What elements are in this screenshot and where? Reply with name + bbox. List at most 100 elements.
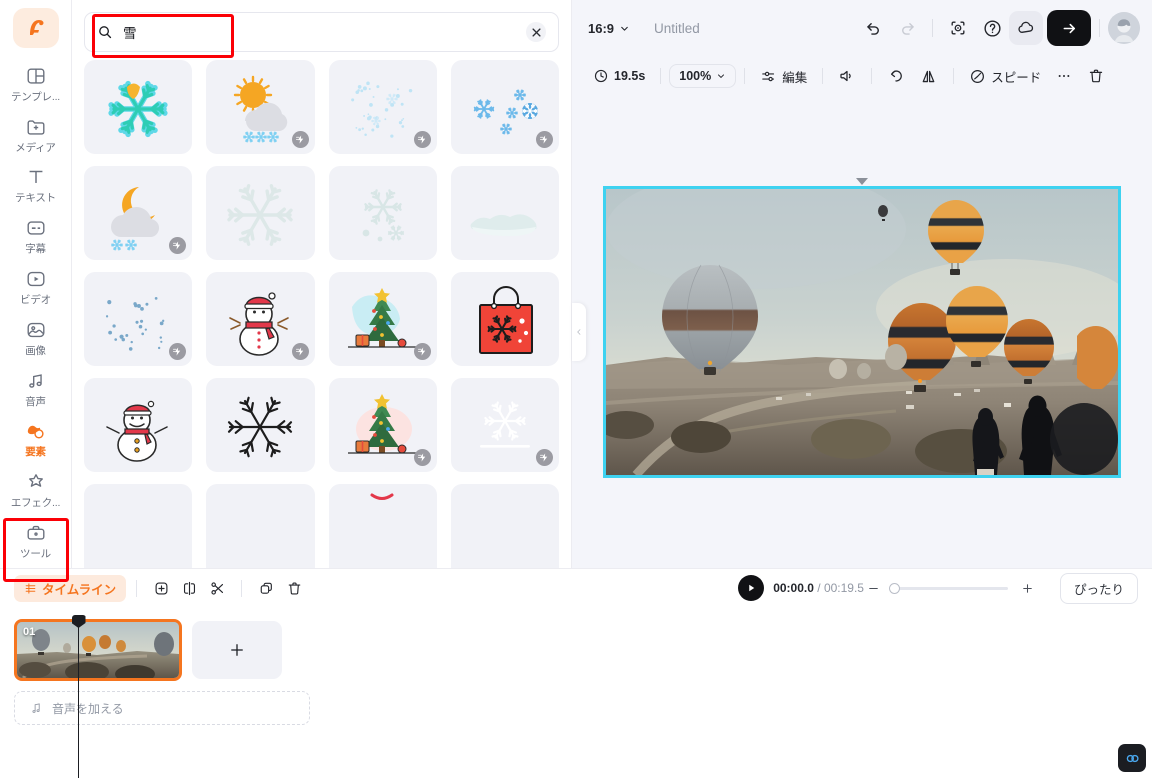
volume-button[interactable] (831, 62, 863, 90)
panel-collapse-handle[interactable] (572, 303, 586, 361)
timeline-tab[interactable]: タイムライン (14, 574, 127, 602)
snow-bank-sticker[interactable] (450, 166, 559, 260)
blank-art (458, 489, 552, 568)
sidebar-item-template[interactable]: テンプレ... (7, 60, 65, 107)
rotate-handle[interactable] (856, 178, 868, 185)
app-logo[interactable] (12, 8, 59, 48)
snow-bank-art (470, 214, 537, 237)
partial-tile-b[interactable] (206, 484, 315, 568)
add-clip-button[interactable] (192, 621, 282, 679)
copy-duplicate-icon (260, 582, 272, 594)
tools-briefcase-icon (24, 521, 48, 545)
animation-bolt-icon (173, 347, 181, 356)
sidebar-item-effects[interactable]: エフェク... (7, 466, 65, 513)
snowflake-dots-sticker[interactable] (328, 166, 437, 260)
edit-button[interactable]: 編集 (753, 62, 814, 91)
partial-tile-d[interactable] (450, 484, 559, 568)
balloon-scene-image (606, 189, 1118, 475)
sidebar-item-audio[interactable]: 音声 (7, 365, 65, 412)
subtitle-icon (24, 216, 48, 240)
clock-icon (594, 69, 608, 83)
blue-snowflakes-sticker[interactable] (450, 60, 559, 154)
sidebar-item-tools[interactable]: ツール (7, 517, 65, 564)
animated-badge (536, 449, 553, 466)
upper-region: テンプレ... メディア テキスト 字幕 ビデオ 画像 音声 要素 エフェク..… (0, 0, 1152, 582)
snowman-smiling-sticker[interactable] (84, 378, 193, 472)
snow-specks-sticker[interactable] (84, 272, 193, 366)
help-button[interactable] (975, 11, 1009, 45)
fit-timeline-button[interactable]: ぴったり (1059, 572, 1138, 604)
aspect-ratio-selector[interactable]: 16:9 (588, 21, 630, 36)
sidebar-item-text[interactable]: テキスト (7, 162, 65, 209)
more-options-button[interactable] (1048, 62, 1080, 90)
white-snowflake-sticker[interactable] (450, 378, 559, 472)
light-snow-dots-sticker[interactable] (328, 60, 437, 154)
sidebar-item-video[interactable]: ビデオ (7, 263, 65, 310)
snowman-hat-sticker[interactable] (206, 272, 315, 366)
partial-tile-a[interactable] (84, 484, 193, 568)
redo-button[interactable] (890, 11, 924, 45)
timeline-duplicate-button[interactable] (252, 574, 280, 602)
snowflake-line-art-sticker[interactable] (206, 378, 315, 472)
partial-tile-c[interactable] (328, 484, 437, 568)
video-preview-frame[interactable] (603, 178, 1121, 478)
snowflake-teal-sticker[interactable] (84, 60, 193, 154)
speed-button[interactable]: スピード (962, 62, 1048, 91)
video-canvas (606, 189, 1118, 475)
timeline-add-button[interactable] (147, 574, 175, 602)
close-x-icon (531, 27, 541, 37)
export-button[interactable] (1047, 10, 1091, 46)
rotate-button[interactable] (880, 62, 912, 90)
snowflake-outline-sticker[interactable] (206, 166, 315, 260)
cloud-upload-icon (1018, 21, 1034, 33)
add-audio-track[interactable]: 音声を加える (14, 691, 310, 725)
sidebar-item-media[interactable]: メディア (7, 111, 65, 158)
link-badge-button[interactable] (1118, 744, 1146, 772)
tl-divider-1 (136, 579, 138, 597)
cloud-button[interactable] (1009, 11, 1043, 45)
tl-divider-2 (241, 579, 243, 597)
christmas-tree-scene-sticker[interactable] (328, 378, 437, 472)
search-clear-button[interactable] (526, 22, 546, 42)
zoom-level-selector[interactable]: 100% (669, 64, 737, 88)
timeline-delete-button[interactable] (280, 574, 308, 602)
search-input[interactable] (123, 24, 516, 40)
christmas-tree-gifts-sticker[interactable] (328, 272, 437, 366)
audio-note-icon (24, 369, 48, 393)
plus-icon (231, 644, 243, 656)
play-button[interactable] (738, 575, 765, 601)
text-t-icon (24, 165, 48, 189)
playhead[interactable] (78, 615, 79, 778)
flip-button[interactable] (912, 62, 945, 91)
timeline-split-button[interactable] (175, 574, 203, 602)
search-box[interactable] (84, 12, 559, 52)
zoom-level-value: 100% (679, 69, 712, 83)
timeline-tracks: 01 音声を加える (0, 615, 1152, 778)
avatar[interactable] (1108, 12, 1140, 44)
timeline-zoom-slider[interactable] (888, 582, 1008, 594)
delete-clip-button[interactable] (1080, 62, 1112, 90)
search-icon (97, 24, 113, 40)
sidebar-item-subtitle[interactable]: 字幕 (7, 212, 65, 259)
timeline-clip-01[interactable]: 01 (14, 619, 182, 681)
aspect-ratio-value: 16:9 (588, 20, 615, 36)
project-title[interactable]: Untitled (654, 21, 700, 36)
undo-button[interactable] (856, 11, 890, 45)
zoom-slider-knob[interactable] (888, 582, 900, 594)
balloon-small-a (885, 344, 907, 370)
minus-icon (869, 587, 879, 589)
timeline-zoom-in-button[interactable] (1018, 578, 1038, 598)
sidebar-item-elements[interactable]: 要素 (7, 416, 65, 463)
timeline-cut-button[interactable] (203, 574, 231, 602)
sidebar-item-label: 音声 (25, 395, 46, 408)
time-display: 00:00.0 / 00:19.5 (773, 581, 864, 595)
shopping-bag-snowflake-sticker[interactable] (450, 272, 559, 366)
timeline-zoom-out-button[interactable] (864, 578, 884, 598)
blank-art (91, 489, 185, 568)
sidebar-item-label: テキスト (15, 192, 56, 205)
sun-cloud-snow-sticker[interactable] (206, 60, 315, 154)
moon-cloud-snow-sticker[interactable] (84, 166, 193, 260)
sidebar-item-image[interactable]: 画像 (7, 314, 65, 361)
snowflake-pale-art (227, 184, 294, 246)
snapshot-button[interactable] (941, 11, 975, 45)
